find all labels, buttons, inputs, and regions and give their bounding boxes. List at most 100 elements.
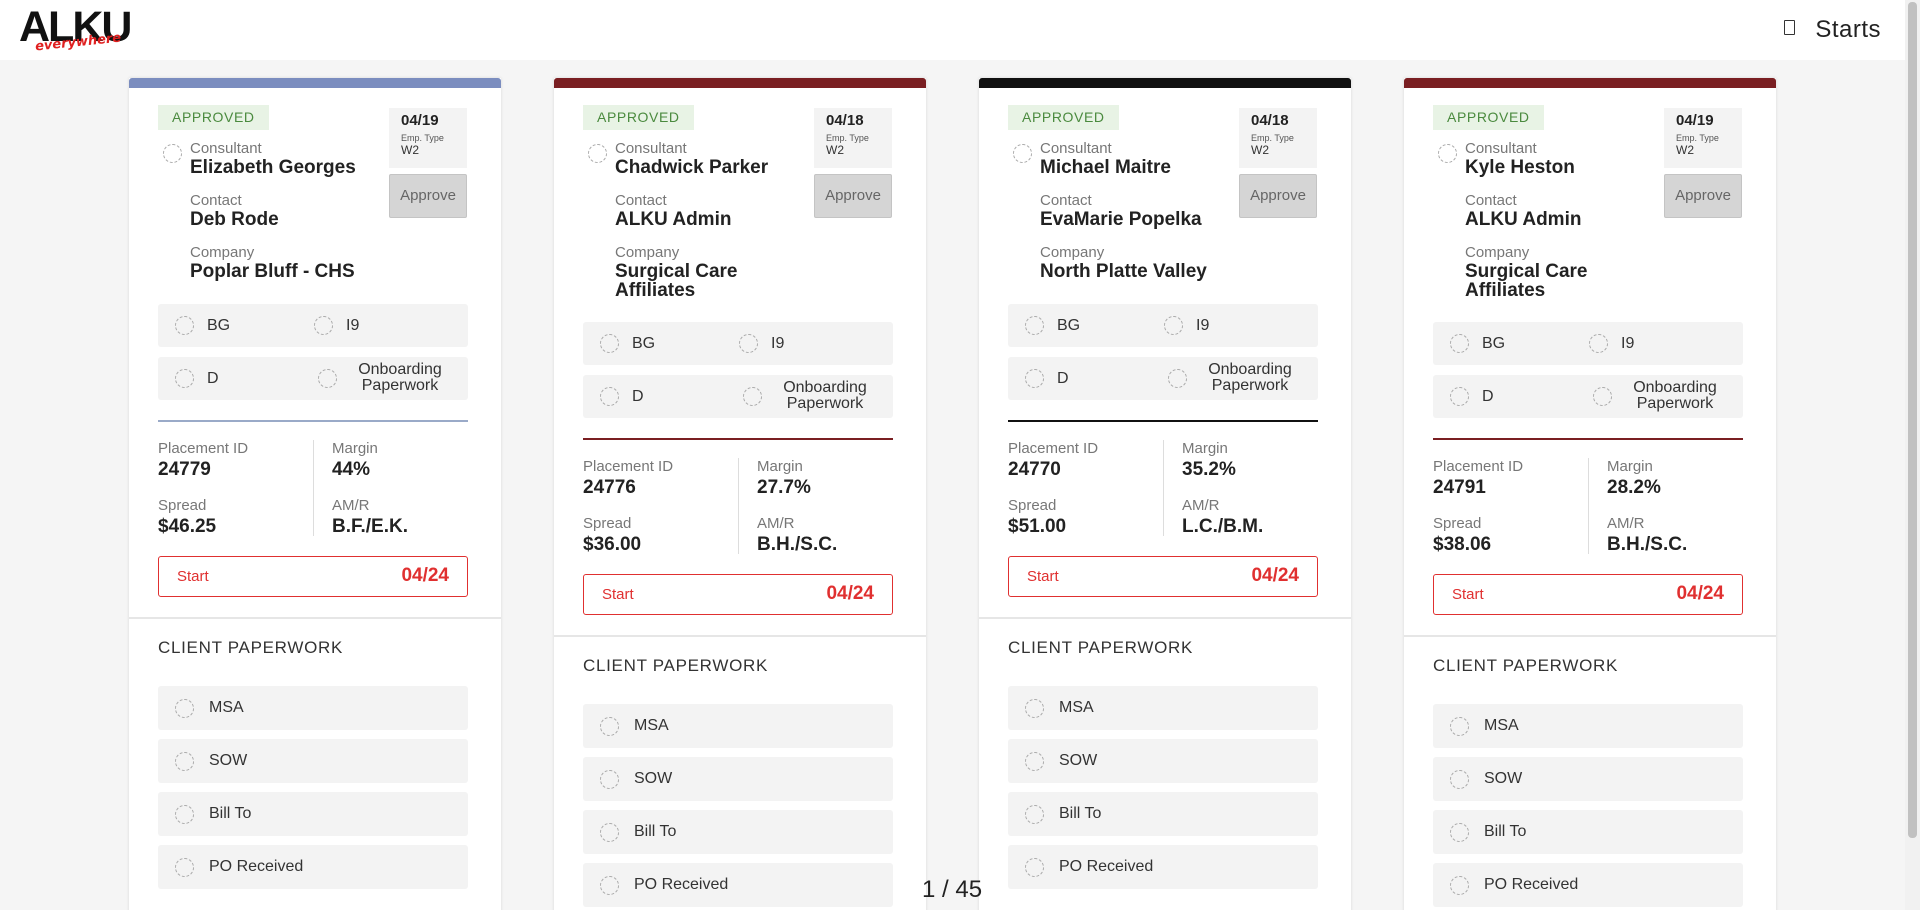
check-item-bg[interactable]: BG (600, 334, 655, 353)
onboarding-status-icon[interactable] (1168, 368, 1187, 388)
bg-status-icon[interactable] (175, 316, 194, 335)
start-date-box[interactable]: Start 04/24 (158, 556, 468, 597)
company-name[interactable]: Surgical Care Affiliates (615, 262, 765, 300)
amr-value: B.H./S.C. (757, 534, 838, 555)
d-status-icon[interactable] (1025, 369, 1044, 388)
client-paperwork-item-bill-to[interactable]: Bill To (1008, 792, 1318, 836)
contact-name[interactable]: ALKU Admin (1465, 210, 1581, 229)
sow-status-icon[interactable] (1025, 751, 1044, 771)
check-item-onboarding-paperwork[interactable]: Onboarding Paperwork (318, 362, 450, 394)
company-name[interactable]: North Platte Valley (1040, 262, 1270, 281)
check-item-i9[interactable]: I9 (314, 316, 359, 335)
contact-name[interactable]: Deb Rode (190, 210, 279, 229)
consultant-name[interactable]: Chadwick Parker (615, 158, 768, 177)
client-paperwork-item-msa[interactable]: MSA (1008, 686, 1318, 730)
consultant-status-icon[interactable] (1438, 144, 1457, 163)
client-paperwork-item-sow[interactable]: SOW (158, 739, 468, 783)
company-name[interactable]: Poplar Bluff - CHS (190, 262, 420, 281)
bill-to-status-icon[interactable] (175, 804, 194, 824)
i9-status-icon[interactable] (314, 316, 333, 335)
consultant-status-icon[interactable] (588, 144, 607, 163)
check-item-d[interactable]: D (1025, 369, 1069, 388)
bill-to-status-icon[interactable] (1025, 804, 1044, 824)
check-item-d[interactable]: D (600, 387, 644, 406)
consultant-status-icon[interactable] (163, 144, 182, 163)
i9-status-icon[interactable] (739, 334, 758, 353)
msa-status-icon[interactable] (175, 698, 194, 718)
po-received-status-icon[interactable] (1025, 857, 1044, 877)
consultant-name[interactable]: Michael Maitre (1040, 158, 1171, 177)
start-date-box[interactable]: Start 04/24 (1433, 574, 1743, 615)
check-item-bg[interactable]: BG (1025, 316, 1080, 335)
check-item-i9[interactable]: I9 (739, 334, 784, 353)
approve-button[interactable]: Approve (1664, 174, 1742, 218)
document-icon[interactable] (1784, 19, 1796, 35)
i9-status-icon[interactable] (1589, 334, 1608, 353)
d-status-icon[interactable] (175, 369, 194, 388)
sow-status-icon[interactable] (1450, 769, 1469, 789)
client-paperwork-item-msa[interactable]: MSA (158, 686, 468, 730)
check-item-bg[interactable]: BG (1450, 334, 1505, 353)
d-status-icon[interactable] (600, 387, 619, 406)
d-status-icon[interactable] (1450, 387, 1469, 406)
client-paperwork-item-bill-to[interactable]: Bill To (1433, 810, 1743, 854)
consultant-name[interactable]: Kyle Heston (1465, 158, 1575, 177)
client-paperwork-item-msa[interactable]: MSA (583, 704, 893, 748)
consultant-name[interactable]: Elizabeth Georges (190, 158, 356, 177)
bill-to-status-icon[interactable] (1450, 822, 1469, 842)
client-paperwork-item-po-received[interactable]: PO Received (583, 863, 893, 907)
msa-status-icon[interactable] (1025, 698, 1044, 718)
client-paperwork-item-bill-to[interactable]: Bill To (583, 810, 893, 854)
approve-button[interactable]: Approve (389, 174, 467, 218)
company-field: Company Surgical Care Affiliates (615, 244, 765, 300)
consultant-status-icon[interactable] (1013, 144, 1032, 163)
sow-status-icon[interactable] (600, 769, 619, 789)
po-received-status-icon[interactable] (175, 857, 194, 877)
bill-to-status-icon[interactable] (600, 822, 619, 842)
client-paperwork-item-msa[interactable]: MSA (1433, 704, 1743, 748)
sow-status-icon[interactable] (175, 751, 194, 771)
po-received-status-icon[interactable] (1450, 875, 1469, 895)
contact-name[interactable]: ALKU Admin (615, 210, 731, 229)
start-date-box[interactable]: Start 04/24 (583, 574, 893, 615)
client-paperwork-item-sow[interactable]: SOW (1008, 739, 1318, 783)
check-item-i9[interactable]: I9 (1164, 316, 1209, 335)
approve-button[interactable]: Approve (814, 174, 892, 218)
card-accent-bar (129, 78, 501, 88)
check-item-i9[interactable]: I9 (1589, 334, 1634, 353)
company-name[interactable]: Surgical Care Affiliates (1465, 262, 1615, 300)
bg-status-icon[interactable] (600, 334, 619, 353)
start-date-box[interactable]: Start 04/24 (1008, 556, 1318, 597)
msa-status-icon[interactable] (600, 716, 619, 736)
check-item-d[interactable]: D (1450, 387, 1494, 406)
contact-name[interactable]: EvaMarie Popelka (1040, 210, 1202, 229)
bg-status-icon[interactable] (1450, 334, 1469, 353)
approve-button[interactable]: Approve (1239, 174, 1317, 218)
onboarding-status-icon[interactable] (743, 386, 762, 406)
company-label: Company (1465, 244, 1530, 261)
msa-status-icon[interactable] (1450, 716, 1469, 736)
i9-status-icon[interactable] (1164, 316, 1183, 335)
placement-stats: Placement ID 24770 Margin 35.2% Spread $… (1008, 440, 1318, 540)
check-item-onboarding-paperwork[interactable]: Onboarding Paperwork (1593, 380, 1725, 412)
emp-type-value: W2 (401, 143, 419, 157)
check-item-bg[interactable]: BG (175, 316, 230, 335)
client-paperwork-item-po-received[interactable]: PO Received (158, 845, 468, 889)
client-paperwork-item-po-received[interactable]: PO Received (1008, 845, 1318, 889)
alku-logo[interactable]: ALKU everywhere (19, 4, 134, 54)
client-paperwork-item-sow[interactable]: SOW (1433, 757, 1743, 801)
check-label: I9 (1196, 316, 1210, 334)
spread-stat: Spread $38.06 (1433, 515, 1491, 556)
client-paperwork-item-sow[interactable]: SOW (583, 757, 893, 801)
check-item-d[interactable]: D (175, 369, 219, 388)
onboarding-status-icon[interactable] (318, 368, 337, 388)
page-scrollbar[interactable] (1905, 0, 1920, 910)
scrollbar-thumb[interactable] (1908, 2, 1917, 838)
check-item-onboarding-paperwork[interactable]: Onboarding Paperwork (1168, 362, 1300, 394)
po-received-status-icon[interactable] (600, 875, 619, 895)
check-item-onboarding-paperwork[interactable]: Onboarding Paperwork (743, 380, 875, 412)
onboarding-status-icon[interactable] (1593, 386, 1612, 406)
client-paperwork-item-po-received[interactable]: PO Received (1433, 863, 1743, 907)
bg-status-icon[interactable] (1025, 316, 1044, 335)
client-paperwork-item-bill-to[interactable]: Bill To (158, 792, 468, 836)
